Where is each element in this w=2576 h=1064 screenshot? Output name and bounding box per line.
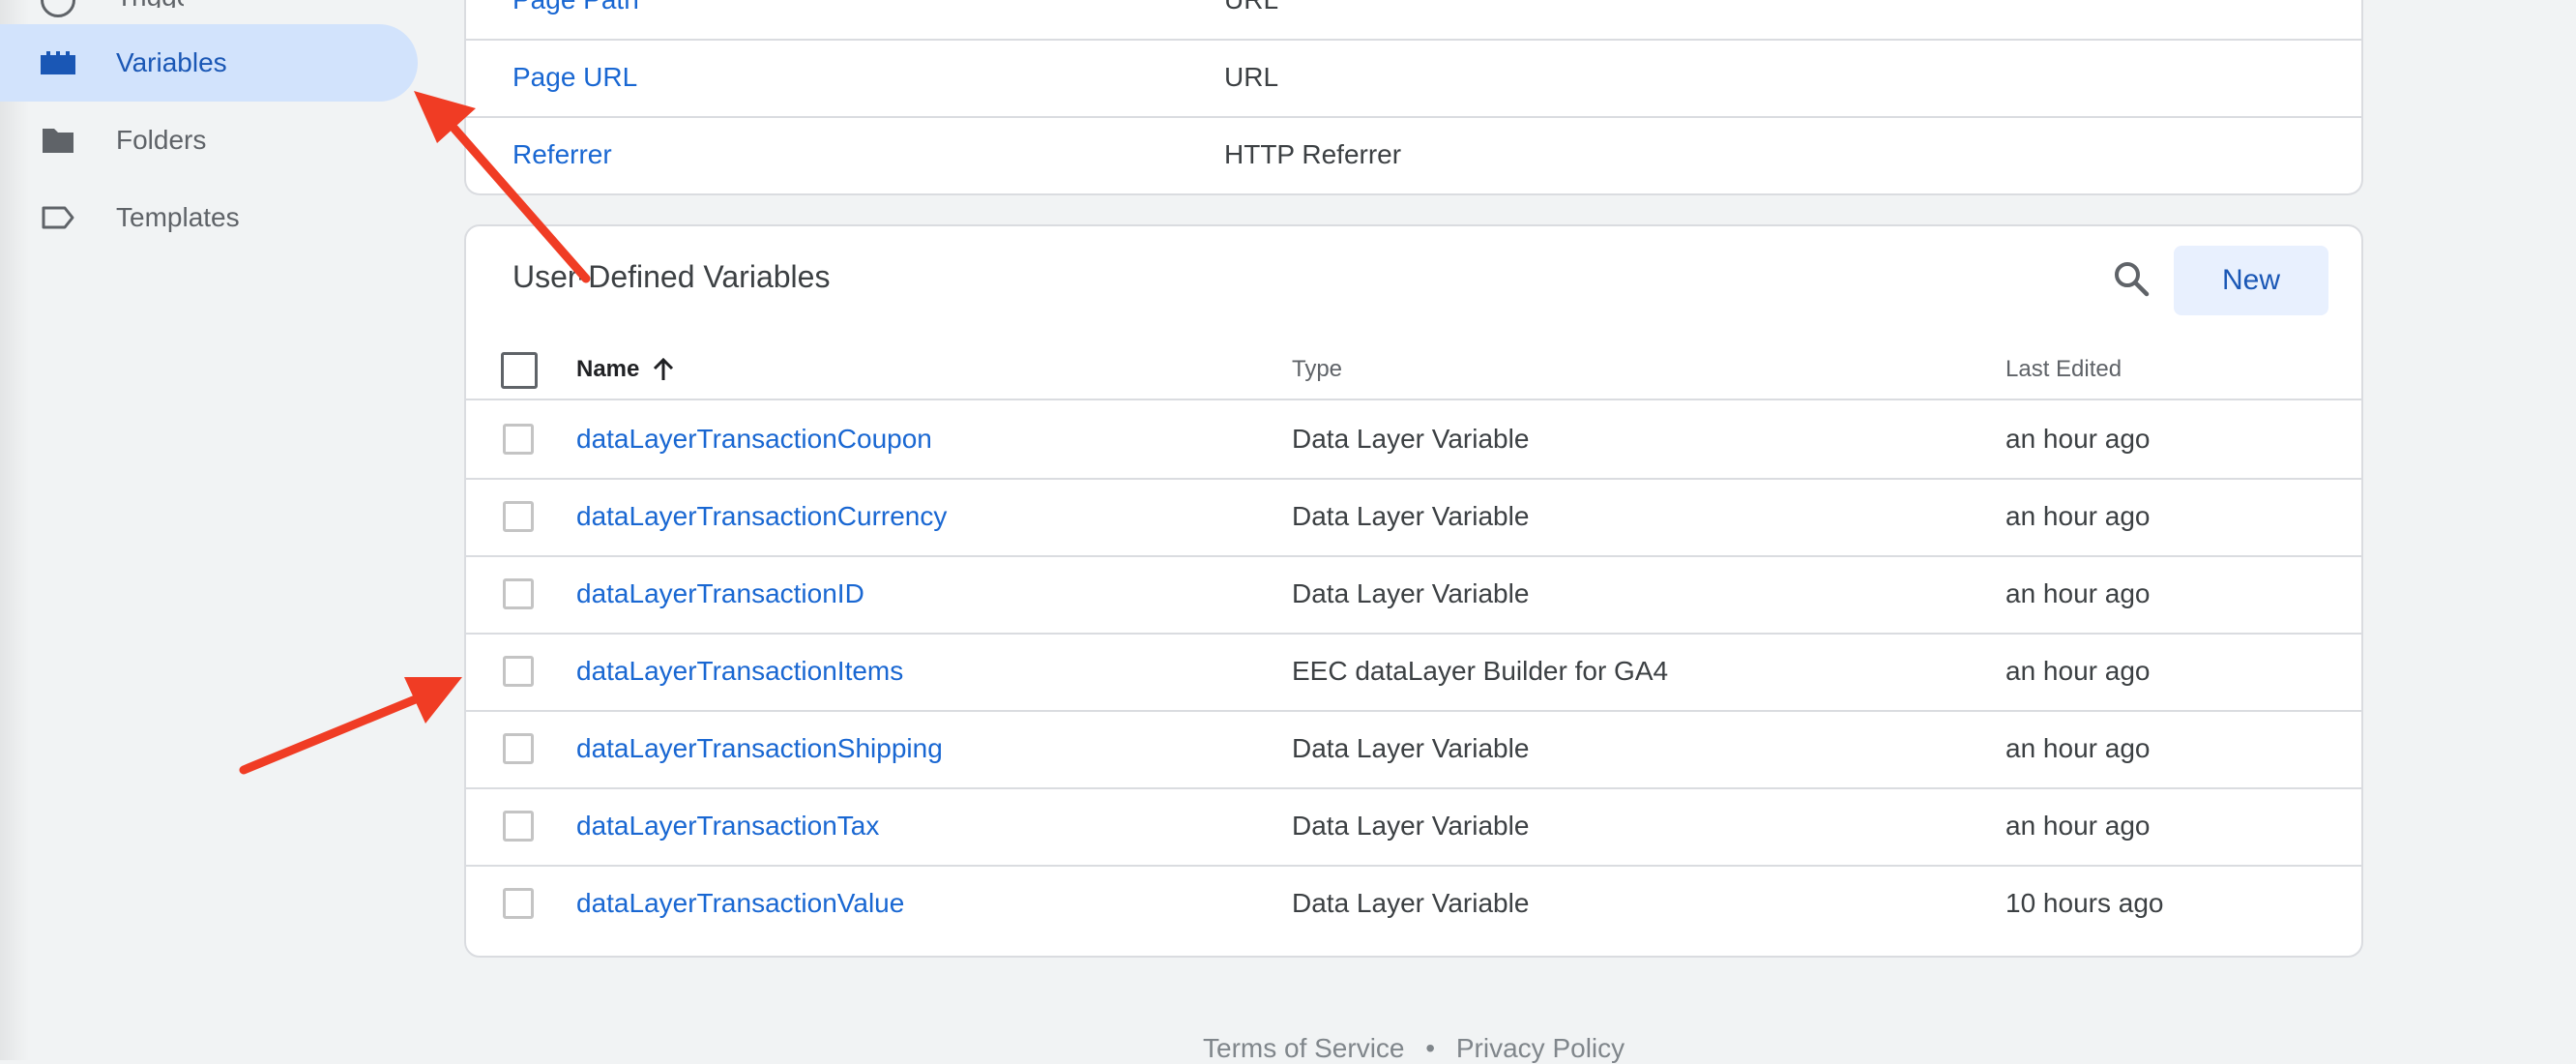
sidebar-item-variables[interactable]: Variables [0,24,418,102]
search-button[interactable] [2100,248,2162,310]
variable-type: EEC dataLayer Builder for GA4 [1292,656,1669,686]
variable-type: Data Layer Variable [1292,424,1530,454]
row-checkbox[interactable] [503,578,534,609]
variable-type: Data Layer Variable [1292,733,1530,763]
variable-name-link[interactable]: Page URL [512,39,637,116]
last-edited: 10 hours ago [2005,888,2164,918]
variable-name-link[interactable]: dataLayerTransactionCoupon [576,400,932,478]
variable-name-link[interactable]: Referrer [512,116,612,193]
user-defined-variables-card: User-Defined Variables New Name Type Las… [464,224,2363,958]
table-row: Referrer HTTP Referrer [466,116,2361,193]
variable-name-link[interactable]: dataLayerTransactionValue [576,865,904,942]
last-edited: an hour ago [2005,811,2151,841]
card-title: User-Defined Variables [512,259,831,294]
last-edited: an hour ago [2005,501,2151,531]
row-checkbox[interactable] [503,733,534,764]
folder-icon [39,121,77,160]
table-row: Page Path URL [466,0,2361,41]
variable-type: URL [1224,0,1278,39]
variable-name-link[interactable]: dataLayerTransactionTax [576,787,879,865]
sidebar-item-label: Variables [116,47,227,77]
built-in-variables-card: Page Path URL Page URL URL Referrer HTTP… [464,0,2363,195]
variable-name-link[interactable]: dataLayerTransactionID [576,555,864,633]
variable-type: Data Layer Variable [1292,578,1530,608]
variable-type: Data Layer Variable [1292,888,1530,918]
select-all-checkbox[interactable] [501,352,538,389]
label-icon [39,198,77,237]
row-checkbox[interactable] [503,656,534,687]
table-row[interactable]: dataLayerTransactionTax Data Layer Varia… [466,787,2361,867]
sidebar-item-triggers[interactable]: Triggers [116,0,184,8]
footer: Terms of Service • Privacy Policy [1203,1033,1638,1064]
table-row[interactable]: dataLayerTransactionID Data Layer Variab… [466,555,2361,635]
terms-of-service-link[interactable]: Terms of Service [1203,1033,1405,1063]
row-checkbox[interactable] [503,811,534,842]
table-row[interactable]: dataLayerTransactionShipping Data Layer … [466,710,2361,789]
sidebar-item-folders[interactable]: Folders [0,102,418,179]
last-edited: an hour ago [2005,733,2151,763]
table-row: Page URL URL [466,39,2361,118]
variable-name-link[interactable]: Page Path [512,0,639,39]
column-header-type[interactable]: Type [1292,340,1342,399]
variable-type: HTTP Referrer [1224,139,1402,169]
variable-type: URL [1224,62,1279,92]
table-row[interactable]: dataLayerTransactionItems EEC dataLayer … [466,633,2361,712]
arrow-up-icon[interactable] [650,356,677,383]
variable-type: Data Layer Variable [1292,501,1530,531]
variable-name-link[interactable]: dataLayerTransactionShipping [576,710,943,787]
sidebar-item-label: Templates [116,202,240,232]
trigger-icon [41,0,75,17]
last-edited: an hour ago [2005,424,2151,454]
row-checkbox[interactable] [503,501,534,532]
variable-name-link[interactable]: dataLayerTransactionItems [576,633,903,710]
row-checkbox[interactable] [503,888,534,919]
sidebar: Triggers Variables Folders Templates [0,0,445,1060]
variable-type: Data Layer Variable [1292,811,1530,841]
table-header: Name Type Last Edited [466,340,2361,400]
last-edited: an hour ago [2005,578,2151,608]
sidebar-item-templates[interactable]: Templates [0,179,418,256]
privacy-policy-link[interactable]: Privacy Policy [1456,1033,1625,1063]
row-checkbox[interactable] [503,424,534,455]
search-icon [2115,262,2150,297]
variable-name-link[interactable]: dataLayerTransactionCurrency [576,478,947,555]
table-row[interactable]: dataLayerTransactionCurrency Data Layer … [466,478,2361,557]
last-edited: an hour ago [2005,656,2151,686]
table-row[interactable]: dataLayerTransactionCoupon Data Layer Va… [466,400,2361,480]
footer-separator: • [1425,1033,1436,1063]
column-header-name[interactable]: Name [576,340,639,399]
column-header-last-edited[interactable]: Last Edited [2005,340,2122,399]
variables-icon [39,44,77,82]
new-variable-button[interactable]: New [2174,246,2328,315]
table-row[interactable]: dataLayerTransactionValue Data Layer Var… [466,865,2361,942]
sidebar-item-label: Folders [116,125,207,155]
